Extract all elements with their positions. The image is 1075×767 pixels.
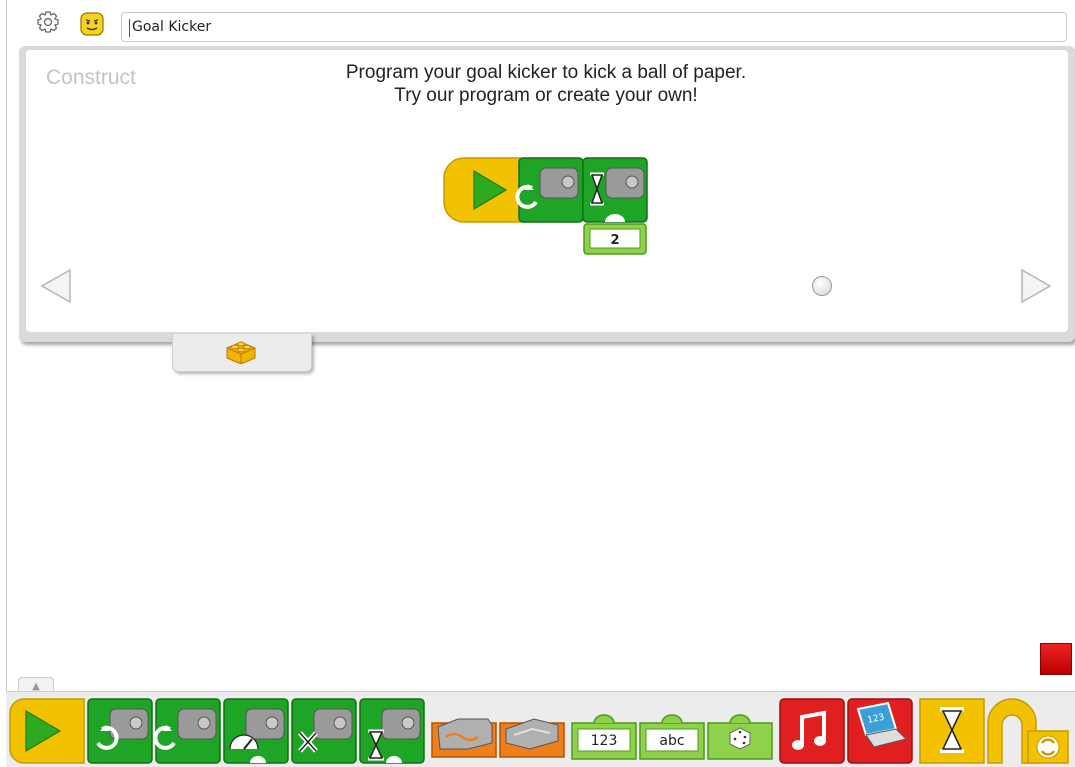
example-program[interactable]: 2	[442, 156, 652, 260]
palette-motor-clockwise-block[interactable]	[87, 698, 153, 764]
palette-text-input-block[interactable]: abc	[639, 714, 705, 760]
palette-blocks: 123 abc 123	[9, 698, 1069, 764]
loop-icon	[1036, 735, 1060, 759]
dice-icon	[729, 727, 751, 750]
palette-start-block[interactable]	[9, 698, 85, 764]
text-input-label: abc	[659, 733, 684, 749]
palette-motor-off-block[interactable]	[291, 698, 357, 764]
palette-number-input-block[interactable]: 123	[571, 714, 637, 760]
previous-page-button[interactable]	[38, 266, 74, 306]
number-input-block[interactable]: 2	[583, 223, 647, 255]
next-page-button[interactable]	[1018, 266, 1054, 306]
palette-motor-counterclockwise-block[interactable]	[153, 698, 221, 764]
palette-tilt-sensor-block[interactable]	[431, 718, 497, 758]
input-value: 2	[610, 233, 619, 248]
minifig-face-icon[interactable]	[78, 10, 106, 38]
instruction-text: Program your goal kicker to kick a ball …	[246, 61, 846, 107]
palette-repeat-block[interactable]	[987, 698, 1069, 764]
start-block[interactable]	[443, 157, 521, 223]
page-indicator-dot[interactable]	[812, 276, 832, 296]
palette-motor-on-for-block[interactable]	[359, 698, 425, 764]
content-panel: Construct Program your goal kicker to ki…	[19, 46, 1075, 342]
palette-display-block[interactable]: 123	[847, 698, 913, 764]
palette-wait-for-block[interactable]	[919, 698, 985, 764]
lego-brick-icon	[226, 341, 256, 364]
instruction-line-1: Program your goal kicker to kick a ball …	[345, 62, 747, 83]
content-panel-body: Construct Program your goal kicker to ki…	[26, 50, 1068, 332]
palette-motion-sensor-block[interactable]	[499, 718, 565, 758]
palette-random-input-block[interactable]	[707, 714, 773, 760]
palette-motor-power-block[interactable]	[223, 698, 289, 764]
instruction-line-2: Try our program or create your own!	[394, 85, 698, 106]
stop-button[interactable]	[1040, 643, 1072, 675]
motor-counterclockwise-block[interactable]	[515, 157, 584, 223]
project-title-input[interactable]: Goal Kicker	[121, 12, 1067, 42]
panel-toggle-tab[interactable]	[172, 334, 312, 372]
section-label: Construct	[46, 66, 136, 89]
top-bar: Goal Kicker	[0, 0, 1075, 50]
palette-play-sound-block[interactable]	[779, 698, 845, 764]
motor-on-for-block[interactable]	[582, 157, 648, 223]
settings-gear-icon[interactable]	[34, 10, 62, 38]
number-input-label: 123	[591, 733, 618, 749]
